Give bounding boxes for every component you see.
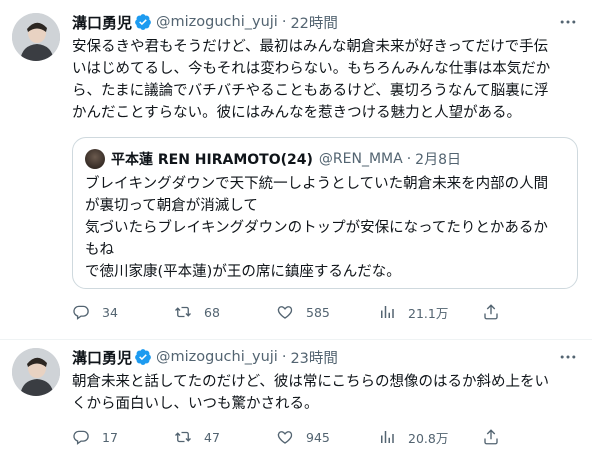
tweet-actions: 17 47 945 20.8万 xyxy=(72,427,578,447)
quoted-text-line: ブレイキングダウンで天下統一しようとしていた朝倉未来を内部の人間 xyxy=(85,176,549,192)
retweet-icon xyxy=(175,306,191,318)
like-button[interactable]: 585 xyxy=(276,302,330,322)
like-icon xyxy=(277,306,293,319)
share-button[interactable] xyxy=(482,427,500,447)
view-count: 20.8万 xyxy=(408,430,449,446)
tweet-text-line: いはじめてるし、今もそれは変わらない。もちろんみんな仕事は本気だか xyxy=(72,61,551,77)
quoted-display-name: 平本蓮 REN HIRAMOTO(24) xyxy=(111,152,313,168)
share-button[interactable] xyxy=(482,302,500,322)
tweet-header: 溝口勇児 @mizoguchi_yuji · 22時間 xyxy=(72,12,578,32)
views-icon xyxy=(381,306,394,318)
quoted-handle: @REN_MMA xyxy=(318,151,403,167)
verified-badge-icon xyxy=(135,14,151,30)
retweet-count: 47 xyxy=(204,429,220,445)
tweet-text-line: 安保るきや君もそうだけど、最初はみんな朝倉未来が好きってだけで手伝 xyxy=(72,39,549,55)
display-name[interactable]: 溝口勇児 xyxy=(72,12,132,33)
view-count: 21.1万 xyxy=(408,305,449,321)
reply-button[interactable]: 17 xyxy=(72,427,118,447)
tweet-text-line: ら、たまに議論でバチバチやることもあるけど、裏切ろうなんて脳裏に浮 xyxy=(72,83,549,99)
avatar-photo-icon xyxy=(12,348,60,396)
tweet-actions: 34 68 585 21.1万 xyxy=(72,302,578,322)
like-button[interactable]: 945 xyxy=(276,427,330,447)
tweet-header: 溝口勇児 @mizoguchi_yuji · 23時間 xyxy=(72,347,578,367)
quoted-tweet[interactable]: 平本蓮 REN HIRAMOTO(24) @REN_MMA · 2月8日 ブレイ… xyxy=(72,137,578,289)
separator: · xyxy=(406,151,412,167)
tweet-text-line: くから面白いし、いつも驚かされる。 xyxy=(72,396,319,412)
views-icon xyxy=(381,431,394,443)
like-count: 945 xyxy=(306,429,330,445)
share-icon xyxy=(484,304,498,320)
reply-icon xyxy=(73,430,89,445)
display-name[interactable]: 溝口勇児 xyxy=(72,347,132,368)
reply-count: 34 xyxy=(102,304,118,320)
handle[interactable]: @mizoguchi_yuji xyxy=(156,14,278,30)
tweet-text-line: 朝倉未来と話してたのだけど、彼は常にこちらの想像のはるか斜め上をい xyxy=(72,374,550,390)
views-button[interactable]: 21.1万 xyxy=(378,302,448,322)
reply-icon xyxy=(73,305,89,320)
quoted-avatar xyxy=(85,149,105,169)
handle[interactable]: @mizoguchi_yuji xyxy=(156,349,278,365)
separator: · xyxy=(281,349,287,365)
retweet-button[interactable]: 68 xyxy=(174,302,220,322)
separator: · xyxy=(281,14,287,30)
avatar[interactable] xyxy=(12,13,60,61)
quoted-text-line: もね xyxy=(85,242,114,258)
retweet-button[interactable]: 47 xyxy=(174,427,220,447)
timestamp[interactable]: 22時間 xyxy=(290,12,337,33)
quoted-timestamp: 2月8日 xyxy=(415,152,461,168)
more-icon[interactable] xyxy=(558,12,578,32)
quoted-text-line: 気づいたらブレイキングダウンのトップが安保になってたりとかあるか xyxy=(85,220,548,236)
like-count: 585 xyxy=(306,304,330,320)
retweet-count: 68 xyxy=(204,304,220,320)
views-button[interactable]: 20.8万 xyxy=(378,427,448,447)
tweet-text-line: かんだことすらない。彼にはみんなを惹きつける魅力と人望がある。 xyxy=(72,105,522,121)
quoted-text-line: が裏切って朝倉が消滅して xyxy=(85,198,258,214)
tweet-text: 朝倉未来と話してたのだけど、彼は常にこちらの想像のはるか斜め上をい くから面白い… xyxy=(72,371,578,415)
share-icon xyxy=(484,429,498,445)
reply-count: 17 xyxy=(102,429,118,445)
quoted-tweet-text: ブレイキングダウンで天下統一しようとしていた朝倉未来を内部の人間 が裏切って朝倉… xyxy=(85,173,565,283)
timestamp[interactable]: 23時間 xyxy=(290,347,337,368)
tweet-text: 安保るきや君もそうだけど、最初はみんな朝倉未来が好きってだけで手伝 いはじめてる… xyxy=(72,36,578,124)
like-icon xyxy=(277,431,293,444)
avatar[interactable] xyxy=(12,348,60,396)
more-icon[interactable] xyxy=(558,347,578,367)
tweet[interactable]: 溝口勇児 @mizoguchi_yuji · 22時間 安保るきや君もそうだけど… xyxy=(0,0,592,340)
retweet-icon xyxy=(175,431,191,443)
quoted-tweet-header: 平本蓮 REN HIRAMOTO(24) @REN_MMA · 2月8日 xyxy=(85,149,461,169)
reply-button[interactable]: 34 xyxy=(72,302,118,322)
avatar-photo-icon xyxy=(12,13,60,61)
verified-badge-icon xyxy=(135,349,151,365)
tweet[interactable]: 溝口勇児 @mizoguchi_yuji · 23時間 朝倉未来と話してたのだけ… xyxy=(0,341,592,455)
quoted-text-line: で徳川家康(平本蓮)が王の席に鎮座するんだな。 xyxy=(85,264,401,280)
